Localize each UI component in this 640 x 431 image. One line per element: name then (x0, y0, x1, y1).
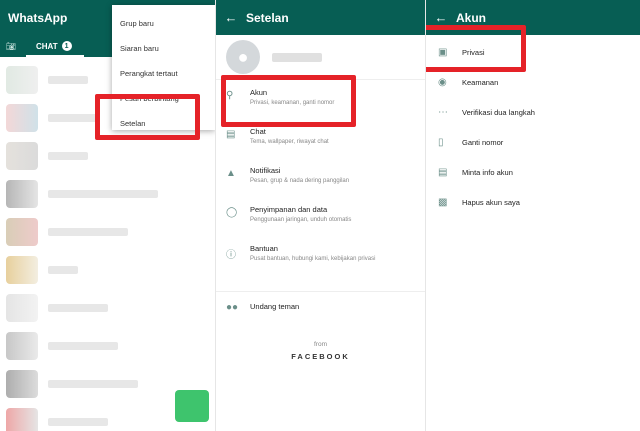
settings-item-notifications[interactable]: ▲ Notifikasi Pesan, grup & nada dering p… (216, 166, 425, 205)
settings-item-chat[interactable]: ▤ Chat Tema, wallpaper, riwayat chat (216, 127, 425, 166)
chats-panel: WhatsApp 📷︎ CHAT 1 Grup baru Siaran baru… (0, 0, 215, 431)
help-icon: ⓘ (226, 250, 236, 261)
highlight-box-settings (95, 94, 200, 140)
account-item-label: Verifikasi dua langkah (462, 107, 535, 117)
storage-icon: ◯ (226, 207, 238, 218)
settings-item-storage[interactable]: ◯ Penyimpanan dan data Penggunaan jaring… (216, 205, 425, 244)
list-item[interactable] (0, 137, 215, 175)
settings-panel: ← Setelan ● ⚲ Akun Privasi, keamanan, ga… (215, 0, 425, 431)
account-item-label: Ganti nomor (462, 137, 504, 147)
tab-chat[interactable]: CHAT 1 (36, 41, 72, 51)
invite-label: Undang teman (250, 302, 300, 311)
from-label: from (314, 341, 327, 348)
menu-item-broadcast[interactable]: Siaran baru (112, 36, 215, 61)
settings-item-subtitle: Pusat bantuan, hubungi kami, kebijakan p… (250, 256, 376, 262)
document-icon: ▤ (438, 166, 448, 178)
facebook-brand: FACEBOOK (291, 352, 350, 361)
settings-item-subtitle: Pesan, grup & nada dering panggilan (250, 178, 350, 184)
phone-icon: ▯ (438, 136, 444, 148)
back-arrow-icon[interactable]: ← (426, 10, 456, 25)
trash-icon: ▩ (438, 196, 448, 208)
page-title: Akun (456, 10, 486, 25)
account-item-label: Hapus akun saya (462, 197, 520, 207)
menu-item-linked-devices[interactable]: Perangkat tertaut (112, 61, 215, 86)
people-icon: ●● (226, 302, 239, 313)
settings-item-title: Bantuan (250, 244, 278, 253)
shield-icon: ◉ (438, 76, 447, 88)
settings-item-title: Notifikasi (250, 166, 281, 175)
back-arrow-icon[interactable]: ← (216, 10, 246, 25)
account-item-label: Minta info akun (462, 167, 513, 177)
chat-icon: ▤ (226, 129, 236, 140)
account-item-label: Keamanan (462, 77, 499, 87)
list-item[interactable] (0, 175, 215, 213)
settings-item-title: Chat (250, 127, 266, 136)
tab-chat-label: CHAT (36, 41, 58, 51)
highlight-box-privacy (426, 25, 526, 72)
menu-item-new-group[interactable]: Grup baru (112, 11, 215, 36)
account-item-request-info[interactable]: ▤ Minta info akun (426, 157, 640, 187)
profile-row[interactable]: ● (216, 35, 425, 80)
invite-friends-item[interactable]: ●● Undang teman (216, 291, 425, 321)
account-panel: ← Akun ▣ Privasi ◉ Keamanan ⋯ Verifikasi… (425, 0, 640, 431)
highlight-box-account (221, 75, 356, 127)
account-item-delete[interactable]: ▩ Hapus akun saya (426, 187, 640, 217)
bell-icon: ▲ (226, 168, 236, 179)
camera-icon[interactable]: 📷︎ (0, 42, 22, 51)
app-title: WhatsApp (8, 10, 68, 25)
unread-badge: 1 (61, 41, 72, 51)
list-item[interactable] (0, 251, 215, 289)
list-item[interactable] (0, 213, 215, 251)
avatar: ● (226, 40, 260, 74)
list-item[interactable] (0, 289, 215, 327)
page-title: Setelan (246, 10, 289, 25)
profile-name-blurred (272, 52, 322, 62)
account-item-change-number[interactable]: ▯ Ganti nomor (426, 127, 640, 157)
dots-icon: ⋯ (438, 106, 448, 118)
active-tab-indicator (26, 55, 84, 57)
settings-app-bar: ← Setelan (216, 0, 425, 35)
blurred-green-avatar (175, 390, 209, 422)
account-item-two-step[interactable]: ⋯ Verifikasi dua langkah (426, 97, 640, 127)
list-item[interactable] (0, 327, 215, 365)
settings-item-subtitle: Penggunaan jaringan, unduh otomatis (250, 217, 352, 223)
settings-item-title: Penyimpanan dan data (250, 205, 328, 214)
settings-item-subtitle: Tema, wallpaper, riwayat chat (250, 139, 329, 145)
settings-item-help[interactable]: ⓘ Bantuan Pusat bantuan, hubungi kami, k… (216, 244, 425, 283)
